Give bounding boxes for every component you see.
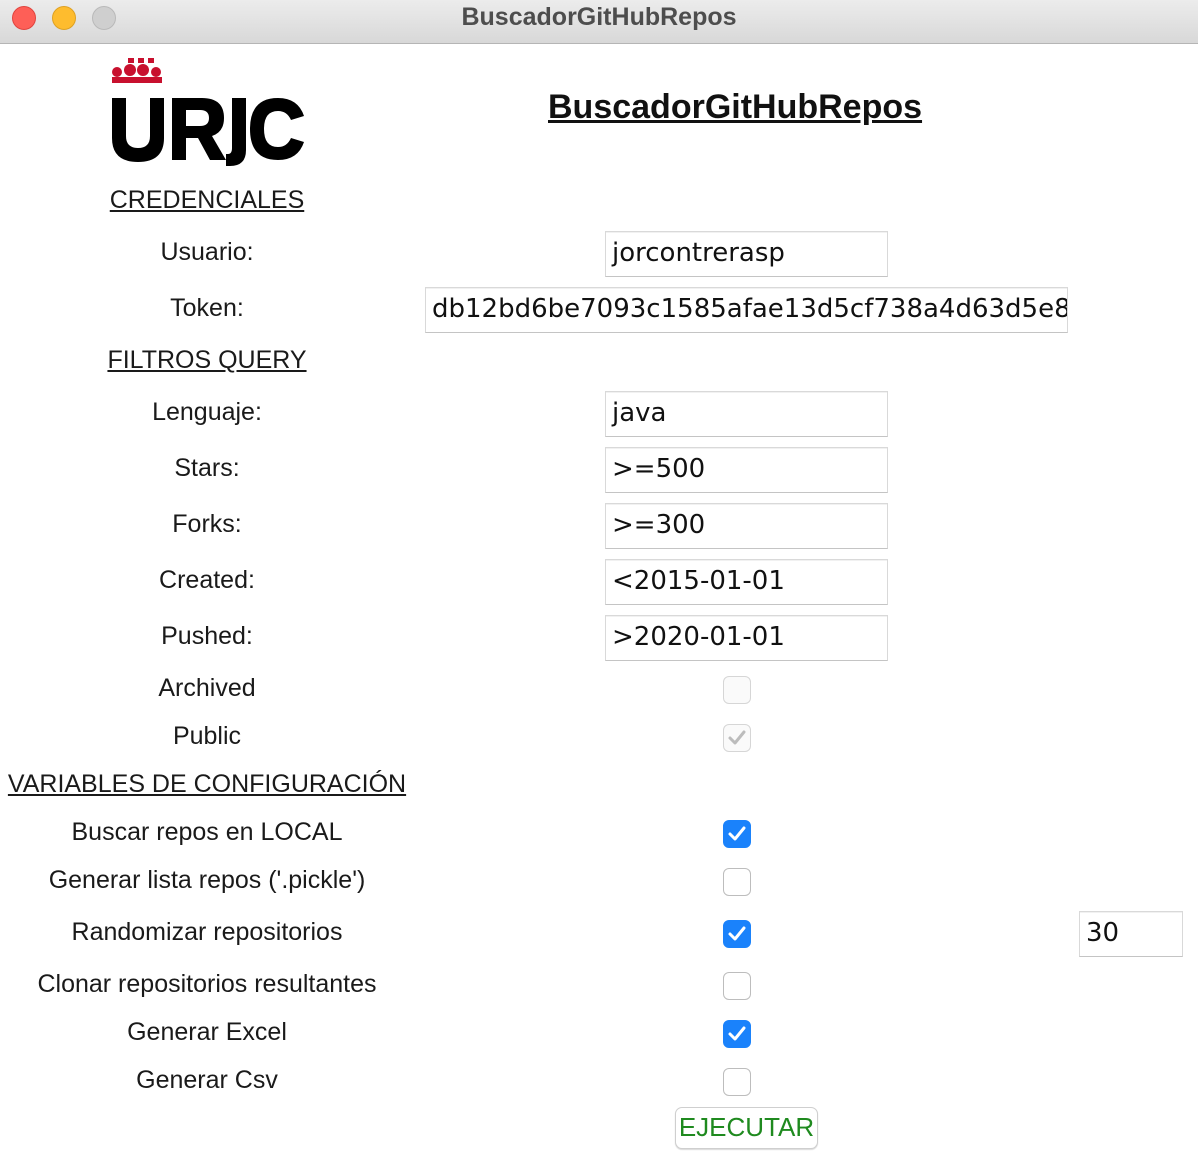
csv-checkbox[interactable] [723,1068,751,1096]
forks-label: Forks: [172,510,242,538]
clone-label: Clonar repositorios resultantes [37,970,377,998]
checkmark-icon [728,730,746,745]
token-label: Token: [170,294,244,322]
user-label: Usuario: [160,238,254,266]
urjc-logo [112,58,304,166]
language-label: Lenguaje: [152,398,262,426]
app-title: BuscadorGitHubRepos [548,88,923,126]
window-titlebar: BuscadorGitHubRepos [0,0,1198,44]
pushed-field[interactable]: >2020-01-01 [605,615,888,661]
public-label: Public [172,722,242,750]
excel-label: Generar Excel [127,1018,287,1046]
window-title: BuscadorGitHubRepos [461,3,737,31]
local-label: Buscar repos en LOCAL [71,818,343,846]
stars-field[interactable]: >=500 [605,447,888,493]
pushed-label: Pushed: [161,622,253,650]
user-field[interactable]: jorcontrerasp [605,231,888,277]
pickle-label: Generar lista repos ('.pickle') [48,866,366,894]
token-field[interactable]: db12bd6be7093c1585afae13d5cf738a4d63d5e8 [425,287,1068,333]
created-field[interactable]: <2015-01-01 [605,559,888,605]
stars-label: Stars: [174,454,240,482]
clone-checkbox[interactable] [723,972,751,1000]
random-count-field[interactable]: 30 [1079,911,1183,957]
random-checkbox[interactable] [723,920,751,948]
section-filters-title: FILTROS QUERY [107,346,307,374]
checkmark-icon [728,1026,746,1041]
excel-checkbox[interactable] [723,1020,751,1048]
csv-label: Generar Csv [136,1066,278,1094]
forks-field[interactable]: >=300 [605,503,888,549]
public-checkbox[interactable] [723,724,751,752]
archived-checkbox[interactable] [723,676,751,704]
section-credentials-title: CREDENCIALES [109,186,305,214]
created-label: Created: [159,566,255,594]
random-label: Randomizar repositorios [71,918,343,946]
pickle-checkbox[interactable] [723,868,751,896]
archived-label: Archived [158,674,256,702]
run-button[interactable]: EJECUTAR [675,1107,818,1149]
section-config-title: VARIABLES DE CONFIGURACIÓN [7,770,407,798]
checkmark-icon [728,926,746,941]
language-field[interactable]: java [605,391,888,437]
local-checkbox[interactable] [723,820,751,848]
checkmark-icon [728,826,746,841]
